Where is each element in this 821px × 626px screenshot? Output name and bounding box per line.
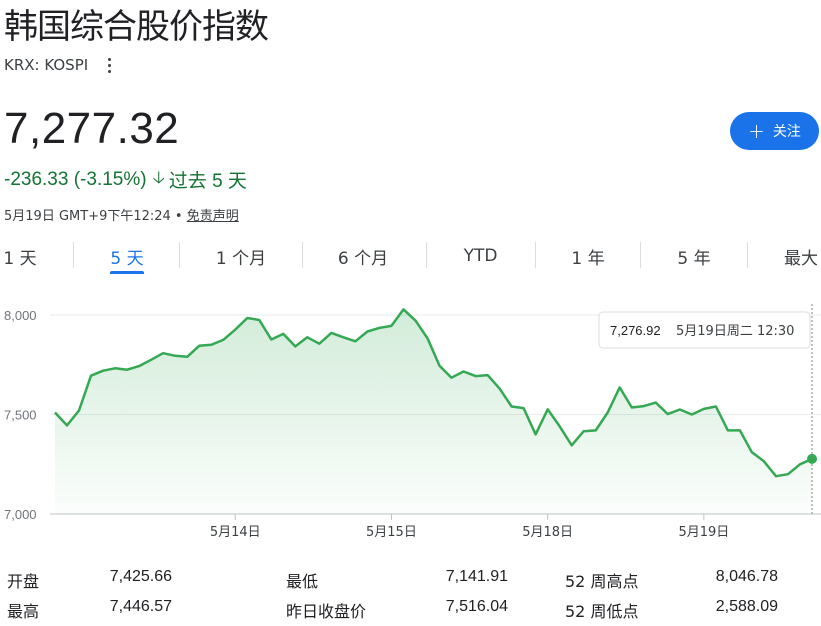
tab-1-month[interactable]: 1 个月 — [210, 238, 272, 274]
tab-divider — [535, 242, 536, 268]
tab-divider — [179, 242, 180, 268]
x-tick-label: 5月19日 — [678, 525, 729, 540]
tab-max[interactable]: 最大 — [780, 238, 821, 274]
plus-icon: + — [748, 119, 765, 143]
tab-1-year[interactable]: 1 年 — [567, 238, 609, 274]
follow-label: 关注 — [772, 124, 801, 140]
stat-prev-close-value: 7,516.04 — [445, 598, 508, 615]
tab-5-years[interactable]: 5 年 — [673, 238, 715, 274]
x-tick-label: 5月18日 — [522, 525, 573, 540]
stat-prev-close-label: 昨日收盘价 — [286, 602, 367, 621]
y-tick-label: 8,000 — [4, 308, 37, 323]
price-change: -236.33 (-3.15%) 🡣 过去 5 天 — [4, 165, 247, 194]
tooltip-value: 7,276.92 — [610, 323, 661, 338]
stat-52w-low-value: 2,588.09 — [715, 598, 778, 615]
x-tick-label: 5月14日 — [210, 525, 261, 540]
range-tabs: 1 天 5 天 1 个月 6 个月 YTD 1 年 5 年 最大 — [0, 238, 821, 274]
ticker-symbol: KRX: KOSPI — [4, 56, 89, 74]
y-tick-label: 7,000 — [4, 507, 37, 522]
stat-open-value: 7,425.66 — [109, 568, 172, 585]
y-tick-label: 7,500 — [4, 408, 37, 423]
stat-low-value: 7,141.91 — [445, 568, 508, 585]
follow-button[interactable]: + 关注 — [730, 112, 819, 150]
chart-tooltip: 7,276.92 5月19日周二 12:30 — [598, 311, 811, 349]
stat-52w-high-value: 8,046.78 — [715, 568, 778, 585]
tab-divider — [747, 242, 748, 268]
tab-divider — [302, 242, 303, 268]
tab-divider — [73, 242, 74, 268]
tab-divider — [640, 242, 641, 268]
hover-point — [807, 453, 817, 464]
stat-52w-high-label: 52 周高点 — [565, 572, 639, 591]
stat-low-label: 最低 — [286, 572, 319, 591]
tab-5-days[interactable]: 5 天 — [106, 238, 148, 274]
tab-divider — [426, 242, 427, 268]
more-options-icon[interactable] — [100, 55, 118, 75]
change-value: -236.33 (-3.15%) — [4, 168, 147, 190]
disclaimer-link[interactable]: 免责声明 — [187, 209, 239, 224]
stat-high-label: 最高 — [7, 602, 40, 621]
current-price: 7,277.32 — [4, 104, 180, 153]
price-chart[interactable]: 8,000 7,500 7,000 5月14日 5月15日 5月18日 5月19日 7,2… — [0, 296, 821, 556]
tooltip-time: 5月19日周二 12:30 — [676, 324, 794, 339]
tab-1-day[interactable]: 1 天 — [0, 238, 40, 274]
x-tick-label: 5月15日 — [366, 525, 417, 540]
stat-open-label: 开盘 — [7, 572, 40, 591]
change-period: 过去 5 天 — [168, 171, 247, 192]
stat-high-value: 7,446.57 — [109, 598, 172, 615]
tab-ytd[interactable]: YTD — [458, 238, 503, 274]
tab-6-months[interactable]: 6 个月 — [332, 238, 394, 274]
arrow-down-icon: 🡣 — [152, 168, 165, 187]
timestamp: 5月19日 GMT+9下午12:24 • — [4, 209, 183, 224]
timestamp-row: 5月19日 GMT+9下午12:24 • 免责声明 — [4, 205, 239, 224]
page-title: 韩国综合股价指数 — [4, 7, 269, 47]
ticker-row: KRX: KOSPI — [4, 55, 118, 75]
stat-52w-low-label: 52 周低点 — [565, 602, 639, 621]
